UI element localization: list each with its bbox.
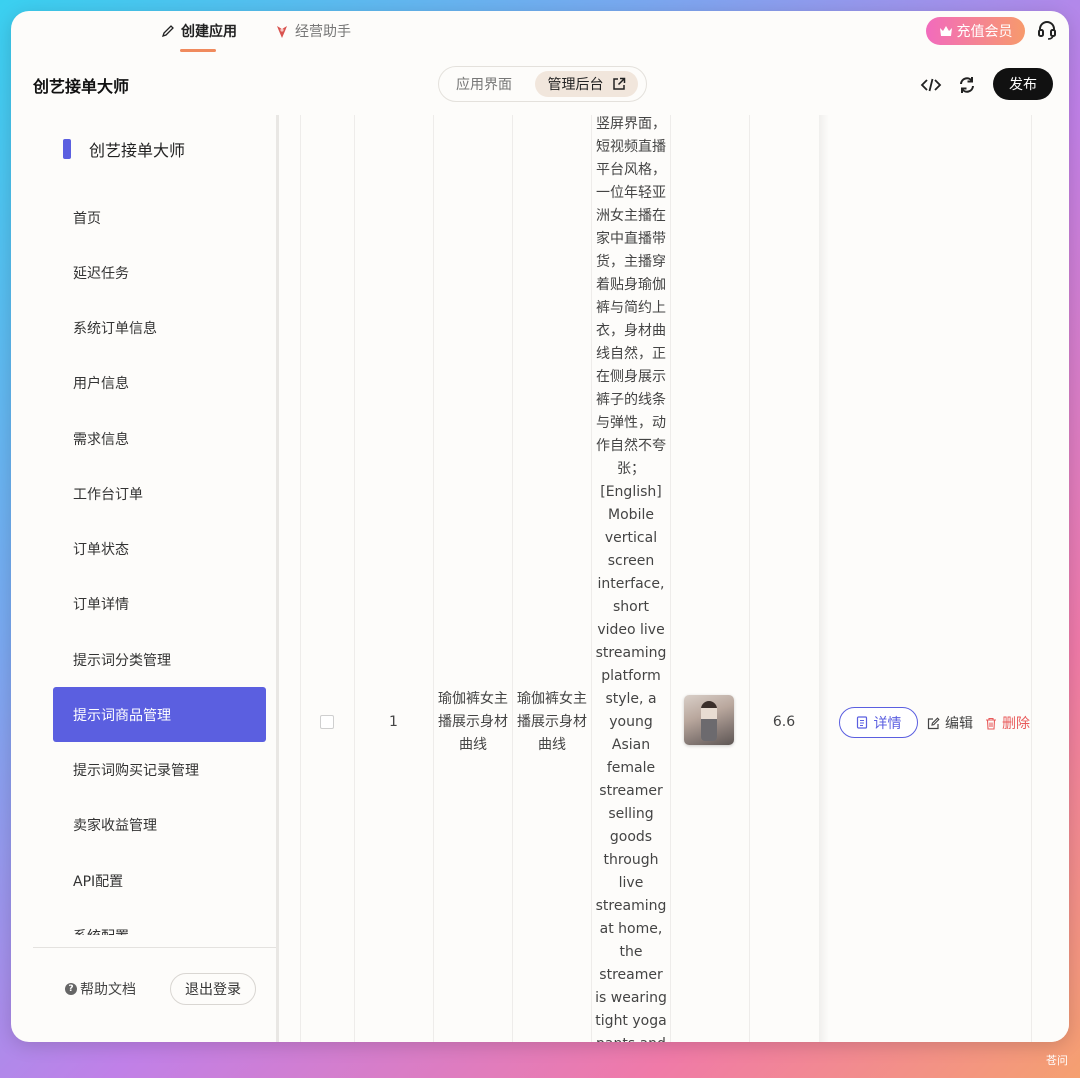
app-view-label: 应用界面 xyxy=(456,77,512,93)
active-tab-underline xyxy=(180,49,216,52)
edit-label: 编辑 xyxy=(945,716,973,732)
app-window: 创建应用 经营助手 充值会员 创艺接单大师 应用界面 管理后台 发布 创艺接单大… xyxy=(11,11,1069,1042)
column-divider xyxy=(300,115,301,1042)
sidebar: 创艺接单大师 首页 延迟任务 系统订单信息 用户信息 需求信息 工作台订单 订单… xyxy=(33,115,279,1042)
sidebar-item-label: 订单详情 xyxy=(73,596,129,613)
tab-ops-label: 经营助手 xyxy=(295,24,351,40)
sidebar-item-label: 工作台订单 xyxy=(73,486,143,503)
document-icon xyxy=(856,716,867,729)
vip-button-label: 充值会员 xyxy=(956,24,1013,40)
sidebar-item-label: 系统配置 xyxy=(73,926,129,936)
sidebar-item-label: 需求信息 xyxy=(73,431,129,448)
column-divider xyxy=(670,115,671,1042)
view-switcher: 应用界面 管理后台 xyxy=(438,66,647,102)
sidebar-item-order-details[interactable]: 订单详情 xyxy=(53,576,266,631)
column-divider xyxy=(433,115,434,1042)
publish-label: 发布 xyxy=(1009,77,1037,93)
sidebar-item-label: 提示词购买记录管理 xyxy=(73,762,199,779)
app-title: 创艺接单大师 xyxy=(33,77,130,96)
tab-business-assistant[interactable]: 经营助手 xyxy=(275,21,351,41)
trash-icon xyxy=(986,717,996,730)
admin-view-tab[interactable]: 管理后台 xyxy=(535,71,638,97)
price-cell: 6.6 xyxy=(772,714,796,730)
external-link-icon xyxy=(612,77,625,90)
sidebar-item-label: 首页 xyxy=(73,210,101,227)
sidebar-item-label: 订单状态 xyxy=(73,541,129,558)
product-category-cell: 瑜伽裤女主播展示身材曲线 xyxy=(517,691,587,753)
sidebar-item-api-config[interactable]: API配置 xyxy=(53,853,266,908)
delete-button[interactable]: 删除 xyxy=(985,713,1030,733)
sidebar-item-users[interactable]: 用户信息 xyxy=(53,355,266,410)
sidebar-divider xyxy=(33,947,276,948)
headset-icon[interactable] xyxy=(1036,19,1058,41)
tab-create-label: 创建应用 xyxy=(181,24,237,40)
sidebar-menu: 创艺接单大师 首页 延迟任务 系统订单信息 用户信息 需求信息 工作台订单 订单… xyxy=(33,115,279,935)
watermark: 苍问 xyxy=(1046,1054,1068,1067)
sidebar-item-label: 用户信息 xyxy=(73,375,129,392)
sidebar-item-demands[interactable]: 需求信息 xyxy=(53,411,266,466)
sidebar-item-prompt-products[interactable]: 提示词商品管理 xyxy=(53,687,266,742)
sidebar-item-system-orders[interactable]: 系统订单信息 xyxy=(53,300,266,355)
sidebar-item-label: 提示词分类管理 xyxy=(73,652,171,669)
edit-icon xyxy=(927,716,940,729)
help-docs-label: 帮助文档 xyxy=(80,982,136,998)
column-divider xyxy=(354,115,355,1042)
sidebar-item-seller-earnings[interactable]: 卖家收益管理 xyxy=(53,797,266,852)
product-name-cell: 瑜伽裤女主播展示身材曲线 xyxy=(438,691,508,753)
sidebar-item-label: 系统订单信息 xyxy=(73,320,157,337)
sidebar-item-workbench-orders[interactable]: 工作台订单 xyxy=(53,466,266,521)
ops-assistant-icon xyxy=(277,25,287,38)
code-icon[interactable] xyxy=(920,74,942,96)
tab-create-app[interactable]: 创建应用 xyxy=(161,21,237,52)
row-index: 1 xyxy=(389,714,398,730)
publish-button[interactable]: 发布 xyxy=(993,68,1053,100)
fixed-column-shadow xyxy=(819,115,829,1042)
sidebar-item-label: 提示词商品管理 xyxy=(73,707,171,724)
column-divider xyxy=(512,115,513,1042)
sidebar-brand: 创艺接单大师 xyxy=(63,137,185,161)
crown-icon xyxy=(939,26,952,36)
pencil-icon xyxy=(161,25,174,38)
sidebar-item-label: 卖家收益管理 xyxy=(73,817,157,834)
sidebar-item-prompt-categories[interactable]: 提示词分类管理 xyxy=(53,632,266,687)
delete-label: 删除 xyxy=(1002,716,1030,732)
top-nav: 创建应用 经营助手 充值会员 xyxy=(11,11,1069,53)
help-icon: ? xyxy=(65,983,77,995)
logout-button[interactable]: 退出登录 xyxy=(170,973,256,1005)
sidebar-item-label: API配置 xyxy=(73,873,124,890)
edit-button[interactable]: 编辑 xyxy=(927,713,973,733)
thumbnail-figure xyxy=(701,701,717,741)
sidebar-item-purchase-records[interactable]: 提示词购买记录管理 xyxy=(53,742,266,797)
sidebar-item-system-config[interactable]: 系统配置 xyxy=(53,908,266,936)
sidebar-item-order-status[interactable]: 订单状态 xyxy=(53,521,266,576)
prompt-text-cell: 竖屏界面，短视频直播平台风格，一位年轻亚洲女主播在家中直播带货，主播穿着贴身瑜伽… xyxy=(595,116,667,1042)
admin-view-label: 管理后台 xyxy=(547,77,604,93)
detail-label: 详情 xyxy=(873,715,902,732)
brand-accent-bar xyxy=(63,139,71,159)
column-divider xyxy=(1031,115,1032,1042)
column-divider xyxy=(749,115,750,1042)
recharge-vip-button[interactable]: 充值会员 xyxy=(926,17,1025,45)
logout-label: 退出登录 xyxy=(185,982,241,998)
row-select-checkbox[interactable] xyxy=(320,715,334,729)
app-view-tab[interactable]: 应用界面 xyxy=(445,71,523,97)
refresh-icon[interactable] xyxy=(956,74,978,96)
sidebar-brand-title: 创艺接单大师 xyxy=(89,141,186,160)
product-thumbnail[interactable] xyxy=(684,695,734,745)
products-table: 1 瑜伽裤女主播展示身材曲线 瑜伽裤女主播展示身材曲线 竖屏界面，短视频直播平台… xyxy=(279,115,1069,1042)
sidebar-item-home[interactable]: 首页 xyxy=(53,190,266,245)
help-docs-link[interactable]: ? 帮助文档 xyxy=(65,979,136,999)
sidebar-item-delayed-tasks[interactable]: 延迟任务 xyxy=(53,245,266,300)
sidebar-item-label: 延迟任务 xyxy=(73,265,129,282)
detail-button[interactable]: 详情 xyxy=(839,707,918,738)
